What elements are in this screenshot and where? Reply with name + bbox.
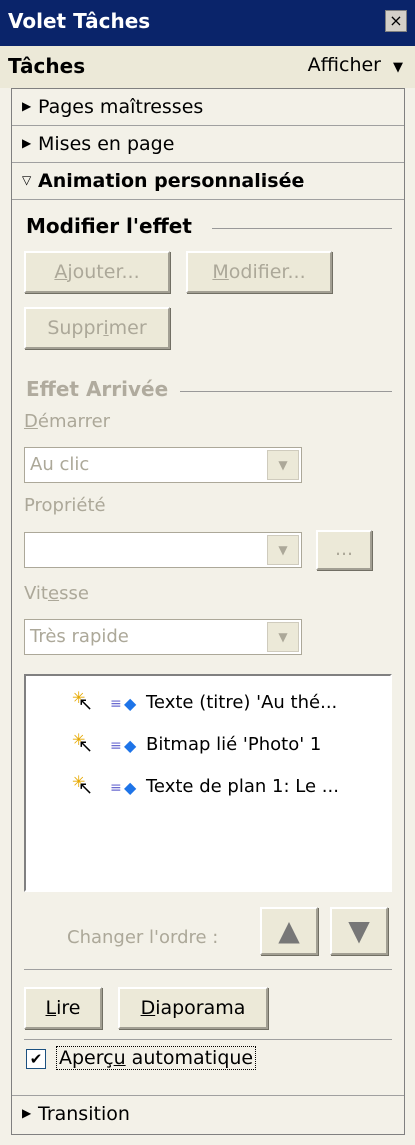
property-select[interactable]: ▼ — [24, 532, 302, 568]
arrow-up-icon: ▲ — [278, 914, 300, 947]
window-title: Volet Tâches — [8, 9, 151, 33]
group-divider — [212, 228, 392, 229]
slideshow-button[interactable]: Diaporama — [118, 987, 268, 1029]
on-click-cursor-icon: ↖ — [78, 736, 94, 757]
list-item-label: Texte de plan 1: Le ... — [146, 776, 339, 797]
collapsed-triangle-icon: ▶ — [22, 99, 32, 113]
section-label: Animation personnalisée — [38, 170, 305, 192]
speed-label: Vitesse — [24, 583, 89, 604]
property-options-button[interactable]: ... — [316, 530, 372, 570]
effect-diamond-icon: ◆ — [124, 694, 137, 713]
speed-select[interactable]: Très rapide ▼ — [24, 619, 302, 655]
auto-preview-checkbox[interactable]: ✔ — [26, 1049, 46, 1069]
chevron-down-icon: ▼ — [393, 60, 403, 75]
change-order-label: Changer l'ordre : — [67, 927, 219, 948]
view-menu-label: Afficher — [307, 54, 381, 76]
collapsed-triangle-icon: ▶ — [22, 1106, 32, 1120]
group-divider — [180, 391, 392, 392]
effect-diamond-icon: ◆ — [124, 736, 137, 755]
move-down-button[interactable]: ▼ — [330, 907, 388, 955]
section-label: Mises en page — [38, 133, 175, 155]
on-click-cursor-icon: ↖ — [78, 694, 94, 715]
window-titlebar: Volet Tâches × — [0, 0, 415, 46]
arrow-down-icon: ▼ — [348, 914, 370, 947]
section-master-pages[interactable]: ▶ Pages maîtresses — [12, 89, 404, 126]
view-menu[interactable]: Afficher ▼ — [308, 54, 403, 76]
close-icon[interactable]: × — [385, 10, 407, 32]
modify-effect-button[interactable]: Modifier... — [186, 251, 332, 293]
add-effect-button[interactable]: Ajouter... — [24, 251, 170, 293]
collapsed-triangle-icon: ▶ — [22, 136, 32, 150]
on-click-cursor-icon: ↖ — [78, 778, 94, 799]
motion-icon: ≡ — [110, 780, 122, 796]
section-custom-animation[interactable]: ▽ Animation personnalisée — [12, 163, 404, 200]
chevron-down-icon[interactable]: ▼ — [267, 450, 299, 480]
modify-effect-title: Modifier l'effet — [26, 214, 192, 238]
chevron-down-icon[interactable]: ▼ — [267, 535, 299, 565]
auto-preview-label[interactable]: Aperçu automatique — [56, 1046, 257, 1070]
section-label: Pages maîtresses — [38, 96, 204, 118]
list-item-label: Texte (titre) 'Au thé... — [146, 692, 338, 713]
section-layouts[interactable]: ▶ Mises en page — [12, 126, 404, 163]
task-pane-header: Tâches Afficher ▼ — [0, 46, 415, 88]
expanded-triangle-icon: ▽ — [22, 173, 32, 187]
task-pane-heading: Tâches — [8, 54, 86, 78]
start-select-value: Au clic — [30, 454, 90, 475]
section-transition[interactable]: ▶ Transition — [12, 1095, 404, 1132]
start-label: Démarrer — [24, 411, 111, 432]
motion-icon: ≡ — [110, 696, 122, 712]
task-pane-body: ▶ Pages maîtresses ▶ Mises en page ▽ Ani… — [11, 88, 405, 1135]
motion-icon: ≡ — [110, 738, 122, 754]
remove-effect-button[interactable]: Supprimer — [24, 307, 170, 349]
start-select[interactable]: Au clic ▼ — [24, 447, 302, 483]
effect-title: Effet Arrivée — [26, 377, 169, 401]
divider — [24, 969, 392, 970]
effect-diamond-icon: ◆ — [124, 778, 137, 797]
effect-list[interactable]: ✳ ↖ ≡ ◆ Texte (titre) 'Au thé... ✳ ↖ ≡ ◆… — [24, 674, 392, 892]
property-label: Propriété — [24, 495, 106, 516]
list-item-label: Bitmap lié 'Photo' 1 — [146, 734, 322, 755]
speed-select-value: Très rapide — [30, 626, 129, 647]
divider — [24, 1039, 392, 1040]
move-up-button[interactable]: ▲ — [260, 907, 318, 955]
section-label: Transition — [38, 1103, 130, 1125]
play-button[interactable]: Lire — [24, 987, 102, 1029]
chevron-down-icon[interactable]: ▼ — [267, 622, 299, 652]
